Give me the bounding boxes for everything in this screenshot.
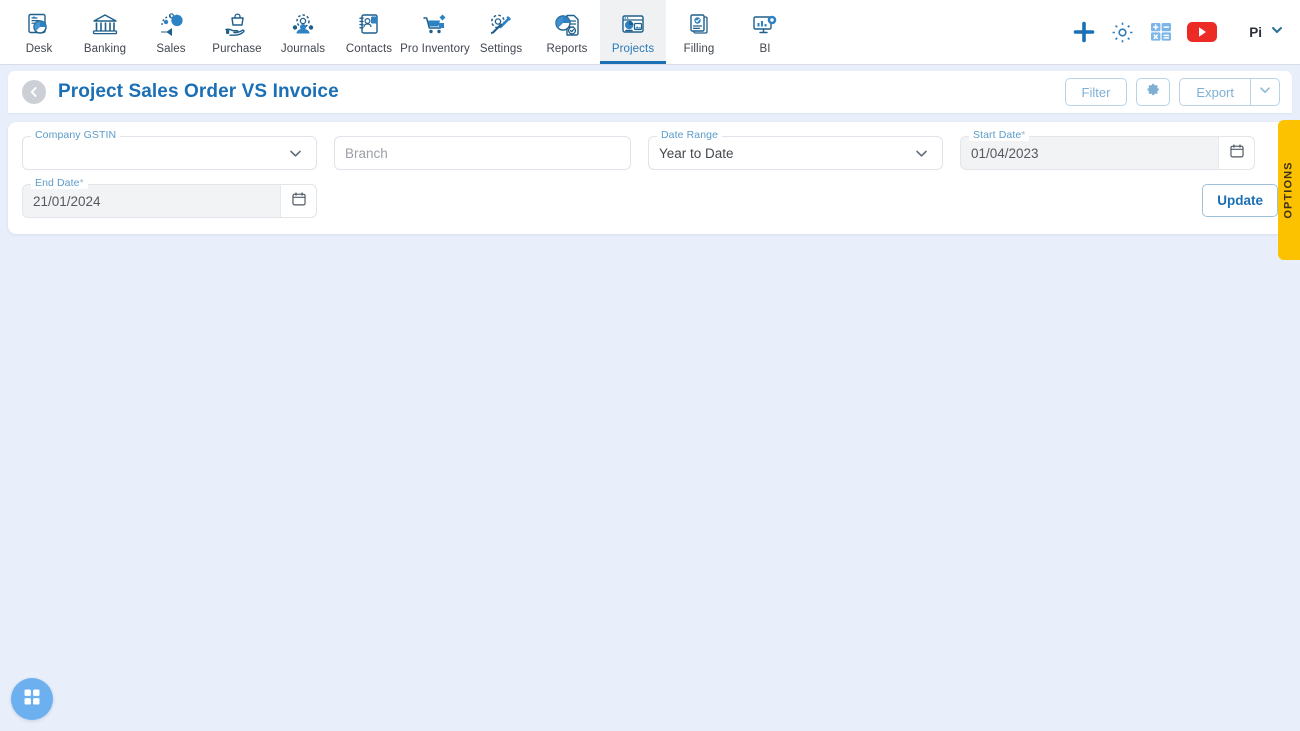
nav-actions: Pi xyxy=(1072,0,1300,64)
nav-item-bi[interactable]: BI xyxy=(732,0,798,64)
nav-item-label: Settings xyxy=(479,43,523,55)
nav-item-banking[interactable]: Banking xyxy=(72,0,138,64)
bi-monitor-icon xyxy=(751,10,779,40)
projects-window-icon xyxy=(620,10,646,40)
filter-row-1: Company GSTIN Branch Date Range Year to … xyxy=(22,129,1278,170)
gear-icon xyxy=(1146,82,1161,102)
calendar-icon xyxy=(1229,143,1245,164)
settings-tools-icon xyxy=(487,10,515,40)
chevron-down-icon[interactable] xyxy=(913,145,932,162)
top-navigation-bar: Desk Banking Sales Purchase Journals Con… xyxy=(0,0,1300,65)
page-title: Project Sales Order VS Invoice xyxy=(58,81,339,102)
end-date-label: End Date* xyxy=(31,177,88,189)
sales-megaphone-icon xyxy=(158,10,184,40)
page-header: Project Sales Order VS Invoice Filter Ex… xyxy=(8,71,1292,113)
nav-item-label: Journals xyxy=(280,43,326,55)
export-button[interactable]: Export xyxy=(1179,78,1250,106)
filling-documents-icon xyxy=(686,10,712,40)
nav-item-settings[interactable]: Settings xyxy=(468,0,534,64)
export-split-button: Export xyxy=(1179,78,1280,106)
back-arrow-icon[interactable] xyxy=(22,80,46,104)
date-range-select[interactable]: Year to Date xyxy=(648,136,943,170)
update-button[interactable]: Update xyxy=(1202,184,1278,217)
bank-building-icon xyxy=(91,10,119,40)
nav-item-reports[interactable]: Reports xyxy=(534,0,600,64)
nav-items: Desk Banking Sales Purchase Journals Con… xyxy=(0,0,798,64)
nav-item-purchase[interactable]: Purchase xyxy=(204,0,270,64)
nav-item-projects[interactable]: Projects xyxy=(600,0,666,64)
filter-card: Company GSTIN Branch Date Range Year to … xyxy=(8,122,1292,234)
nav-item-label: Sales xyxy=(156,43,186,55)
contacts-book-icon xyxy=(356,10,382,40)
youtube-icon[interactable] xyxy=(1187,21,1218,43)
branch-field: Branch xyxy=(334,136,631,170)
export-dropdown-toggle[interactable] xyxy=(1250,78,1280,106)
nav-item-label: Purchase xyxy=(212,43,262,55)
company-gstin-label: Company GSTIN xyxy=(31,129,121,141)
nav-item-label: Pro Inventory xyxy=(400,43,470,55)
purchase-bag-hand-icon xyxy=(223,10,251,40)
nav-item-filling[interactable]: Filling xyxy=(666,0,732,64)
journals-gear-people-icon xyxy=(289,10,317,40)
nav-item-pro-inventory[interactable]: Pro Inventory xyxy=(400,0,470,64)
start-date-label: Start Date* xyxy=(969,129,1030,141)
company-gstin-field: Company GSTIN xyxy=(22,129,317,170)
start-date-input-wrap[interactable]: 01/04/2023 xyxy=(960,136,1255,170)
chevron-down-icon xyxy=(1270,23,1284,42)
nav-item-label: Filling xyxy=(683,43,715,55)
branch-input[interactable]: Branch xyxy=(345,146,388,161)
chevron-down-icon[interactable] xyxy=(287,145,306,162)
reports-piechart-icon xyxy=(553,10,581,40)
nav-item-label: Reports xyxy=(546,43,588,55)
options-side-tab[interactable]: OPTIONS xyxy=(1278,120,1300,260)
start-date-input[interactable]: 01/04/2023 xyxy=(971,146,1039,161)
nav-item-label: Projects xyxy=(611,43,655,55)
date-range-value: Year to Date xyxy=(659,145,734,161)
calendar-icon xyxy=(291,191,307,212)
branch-input-wrap[interactable]: Branch xyxy=(334,136,631,170)
update-button-wrap: Update xyxy=(1202,184,1278,217)
nav-item-label: BI xyxy=(759,43,771,55)
user-menu[interactable]: Pi xyxy=(1249,23,1284,42)
grid-apps-icon xyxy=(22,687,42,712)
calculator-icon[interactable] xyxy=(1149,20,1173,44)
options-tab-label: OPTIONS xyxy=(1283,161,1295,219)
end-date-calendar-button[interactable] xyxy=(280,185,316,217)
desk-dashboard-icon xyxy=(26,10,52,40)
nav-item-contacts[interactable]: Contacts xyxy=(336,0,402,64)
filter-button[interactable]: Filter xyxy=(1064,78,1128,106)
date-range-label: Date Range xyxy=(657,129,723,141)
apps-grid-fab[interactable] xyxy=(11,678,53,720)
user-name: Pi xyxy=(1249,24,1262,40)
filter-row-2: End Date* 21/01/2024 Update xyxy=(22,177,1278,218)
add-icon[interactable] xyxy=(1072,20,1096,44)
chevron-down-icon xyxy=(1258,83,1272,102)
date-range-field: Date Range Year to Date xyxy=(648,129,943,170)
nav-item-journals[interactable]: Journals xyxy=(270,0,336,64)
nav-item-label: Banking xyxy=(83,43,127,55)
nav-item-label: Desk xyxy=(25,43,53,55)
nav-item-label: Contacts xyxy=(345,43,393,55)
inventory-cart-icon xyxy=(421,10,449,40)
header-actions: Filter Export xyxy=(1064,78,1280,106)
header-settings-button[interactable] xyxy=(1136,78,1171,106)
company-gstin-select[interactable] xyxy=(22,136,317,170)
end-date-input[interactable]: 21/01/2024 xyxy=(33,194,101,209)
start-date-calendar-button[interactable] xyxy=(1218,137,1254,169)
nav-item-desk[interactable]: Desk xyxy=(6,0,72,64)
page-content: Company GSTIN Branch Date Range Year to … xyxy=(0,122,1300,234)
nav-item-sales[interactable]: Sales xyxy=(138,0,204,64)
end-date-input-wrap[interactable]: 21/01/2024 xyxy=(22,184,317,218)
gear-icon[interactable] xyxy=(1110,20,1135,45)
end-date-field: End Date* 21/01/2024 xyxy=(22,177,317,218)
start-date-field: Start Date* 01/04/2023 xyxy=(960,129,1255,170)
